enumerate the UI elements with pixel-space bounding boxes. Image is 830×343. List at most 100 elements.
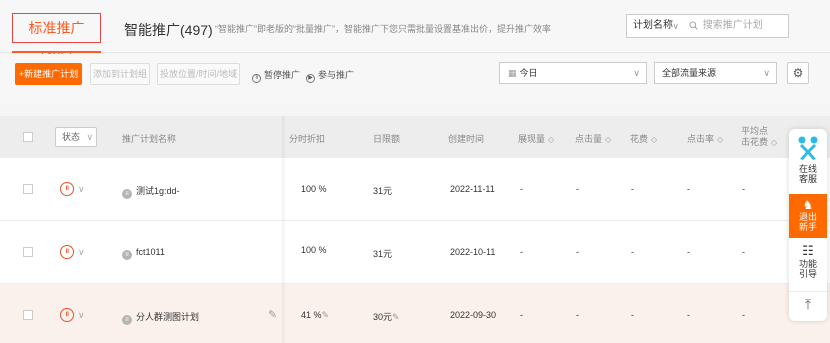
- join-label: 参与推广: [318, 70, 355, 80]
- exit-beginner-button[interactable]: ♞ 退出 新手: [789, 194, 827, 238]
- search-scope-select[interactable]: 计划名称 ∨: [626, 14, 684, 38]
- exit-label-line2: 新手: [798, 222, 817, 232]
- edit-name-pencil-icon[interactable]: ✎: [268, 308, 277, 321]
- discount-value: 41 %: [301, 310, 322, 320]
- placement-settings-button[interactable]: 投放位置/时间/地域: [157, 63, 240, 85]
- plan-type-icon: ≡: [122, 250, 132, 260]
- header-budget: 日限额: [373, 134, 401, 144]
- avg-cpc-cell: -: [742, 247, 745, 257]
- cost-cell: -: [631, 310, 634, 320]
- header-clicks[interactable]: 点击量 ◇: [575, 132, 611, 145]
- table-header: 状态 ∨ 推广计划名称 分时折扣 日限额 创建时间 展现量 ◇ 点击量 ◇ 花费 ◇ …: [0, 116, 830, 158]
- column-settings-button[interactable]: ⚙: [787, 62, 809, 84]
- row-checkbox[interactable]: [23, 247, 33, 257]
- traffic-source-value: 全部流量来源: [662, 68, 717, 78]
- add-to-group-button[interactable]: 添加到计划组: [90, 63, 150, 85]
- header-plan-name: 推广计划名称: [122, 134, 177, 144]
- table-row[interactable]: ॥ ∨ ≡ 分人群测图计划 ✎ 41 %✎ 30元✎ 2022-09-30 - -…: [0, 284, 830, 343]
- plan-table: 状态 ∨ 推广计划名称 分时折扣 日限额 创建时间 展现量 ◇ 点击量 ◇ 花费 ◇ …: [0, 116, 830, 343]
- clicks-cell: -: [576, 247, 579, 257]
- play-icon: ▶: [306, 74, 315, 83]
- action-toolbar: +新建推广计划 添加到计划组 投放位置/时间/地域 ॥ 暂停推广 ▶ 参与推广 ▦ 今…: [0, 54, 830, 104]
- plan-name[interactable]: 测试1g:dd-: [136, 186, 180, 196]
- clicks-cell: -: [576, 310, 579, 320]
- table-row[interactable]: ॥ ∨ ≡ 测试1g:dd- 100 % 31元 2022-11-11 - - -…: [0, 158, 830, 221]
- pause-promotion-button[interactable]: ॥ 暂停推广: [252, 68, 300, 83]
- header-impressions-label: 展现量: [518, 134, 546, 144]
- table-row[interactable]: ॥ ∨ ≡ fct1011 100 % 31元 2022-10-11 - - - …: [0, 221, 830, 284]
- header-cost[interactable]: 花费 ◇: [630, 132, 657, 145]
- budget-cell: 31元: [373, 249, 393, 259]
- chevron-down-icon[interactable]: ∨: [78, 247, 85, 258]
- chevron-down-icon[interactable]: ∨: [78, 184, 85, 195]
- sort-icon: ◇: [771, 138, 778, 147]
- guide-label-line2: 引导: [798, 269, 817, 279]
- sort-icon: ◇: [605, 135, 612, 144]
- select-all-checkbox[interactable]: [23, 132, 33, 142]
- impressions-cell: -: [520, 310, 523, 320]
- row-checkbox[interactable]: [23, 310, 33, 320]
- discount-cell: 100 %: [301, 245, 327, 255]
- budget-cell[interactable]: 30元✎: [373, 310, 400, 323]
- cost-cell: -: [631, 184, 634, 194]
- discount-cell[interactable]: 41 %✎: [301, 310, 329, 321]
- plan-name-cell[interactable]: ≡ fct1011: [122, 247, 165, 260]
- gear-icon: ⚙: [792, 66, 804, 80]
- search-icon: [689, 21, 698, 30]
- header-ctr-label: 点击率: [687, 134, 715, 144]
- join-promotion-button[interactable]: ▶ 参与推广: [306, 68, 354, 83]
- top-tab-bar: 标准推广(495) 智能推广(497) “智能推广”即老版的“批量推广”，智能推…: [0, 0, 830, 64]
- back-to-top-icon[interactable]: ⤒: [789, 291, 827, 315]
- service-label-line2: 客服: [798, 174, 817, 184]
- clicks-cell: -: [576, 184, 579, 194]
- pause-status-icon[interactable]: ॥: [60, 182, 74, 196]
- feature-guide-button[interactable]: ☷ 功能 引导: [789, 243, 827, 287]
- tab-standard-promotion[interactable]: 标准推广(495): [12, 13, 101, 64]
- plan-type-icon: ≡: [122, 315, 132, 325]
- plan-name[interactable]: fct1011: [136, 247, 165, 257]
- discount-cell: 100 %: [301, 184, 327, 194]
- tab-smart-promotion[interactable]: 智能推广(497): [124, 20, 213, 40]
- created-cell: 2022-10-11: [450, 247, 496, 257]
- traffic-source-select[interactable]: 全部流量来源 ∨: [654, 62, 777, 84]
- sort-icon: ◇: [548, 135, 555, 144]
- header-clicks-label: 点击量: [575, 134, 603, 144]
- status-filter-select[interactable]: 状态 ∨: [55, 127, 97, 147]
- date-range-value: 今日: [519, 68, 538, 78]
- service-label-line1: 在线: [798, 164, 817, 174]
- avg-cpc-cell: -: [742, 310, 745, 320]
- chevron-down-icon: ∨: [86, 132, 94, 142]
- header-ctr[interactable]: 点击率 ◇: [687, 132, 723, 145]
- edit-pencil-icon[interactable]: ✎: [392, 312, 400, 322]
- search-scope-label: 计划名称: [633, 20, 673, 31]
- plan-name[interactable]: 分人群测图计划: [136, 312, 199, 322]
- new-plan-button[interactable]: +新建推广计划: [15, 63, 82, 85]
- header-avg-cpc[interactable]: 平均点 击花费 ◇: [741, 126, 777, 148]
- chevron-down-icon: ∨: [763, 68, 770, 78]
- pause-label: 暂停推广: [264, 70, 301, 80]
- impressions-cell: -: [520, 184, 523, 194]
- header-impressions[interactable]: 展现量 ◇: [518, 132, 554, 145]
- pause-status-icon[interactable]: ॥: [60, 245, 74, 259]
- header-avg-cpc-line1: 平均点: [741, 126, 769, 136]
- chevron-down-icon[interactable]: ∨: [78, 310, 85, 321]
- online-service-button[interactable]: 在线 客服: [789, 135, 827, 190]
- beginner-icon: ♞: [802, 198, 814, 212]
- plan-name-cell[interactable]: ≡ 分人群测图计划: [122, 310, 199, 325]
- pause-status-icon[interactable]: ॥: [60, 308, 74, 322]
- exit-label-line1: 退出: [798, 212, 817, 222]
- header-avg-cpc-line2: 击花费: [741, 137, 769, 147]
- created-cell: 2022-11-11: [450, 184, 495, 194]
- pause-icon: ॥: [252, 74, 261, 83]
- budget-value: 30元: [373, 312, 393, 322]
- header-created: 创建时间: [448, 134, 485, 144]
- plan-name-cell[interactable]: ≡ 测试1g:dd-: [122, 184, 180, 199]
- sticky-column-shadow: [282, 116, 286, 343]
- edit-pencil-icon[interactable]: ✎: [322, 310, 330, 320]
- calendar-icon: ▦: [508, 68, 517, 78]
- date-range-select[interactable]: ▦ 今日 ∨: [499, 62, 647, 84]
- row-checkbox[interactable]: [23, 184, 33, 194]
- ctr-cell: -: [687, 310, 690, 320]
- search-input[interactable]: 搜索推广计划: [683, 14, 789, 38]
- mascot-icon: [798, 136, 818, 160]
